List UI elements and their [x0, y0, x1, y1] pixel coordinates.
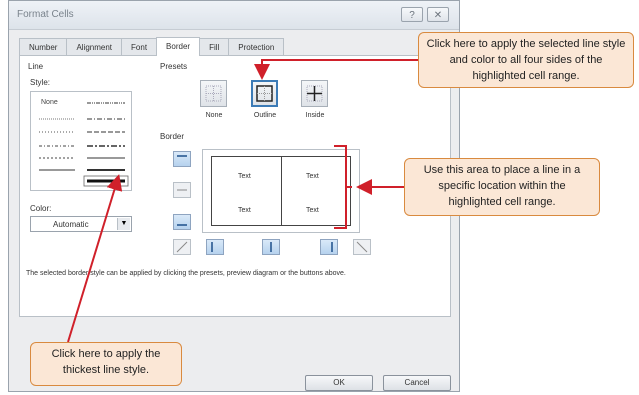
border-bottom-button[interactable]	[173, 214, 191, 230]
tab-strip: Number Alignment Font Border Fill Protec…	[19, 37, 285, 56]
border-preview-diagram[interactable]: Text Text Text Text	[202, 149, 360, 233]
border-middle-vertical-button[interactable]	[262, 239, 280, 255]
border-diagonal-down-button[interactable]	[353, 239, 371, 255]
close-button[interactable]: ✕	[427, 7, 449, 22]
border-left-icon	[211, 242, 213, 252]
border-diagonal-up-button[interactable]	[173, 239, 191, 255]
border-middle-horizontal-button[interactable]	[173, 182, 191, 198]
style-label: Style:	[30, 78, 51, 87]
tab-font[interactable]: Font	[121, 38, 158, 56]
callout-preview-area: Use this area to place a line in a speci…	[404, 158, 600, 216]
border-center-icon	[270, 242, 272, 252]
preset-inside-icon	[306, 85, 323, 102]
callout-thickest-line: Click here to apply the thickest line st…	[30, 342, 182, 386]
border-bottom-icon	[177, 224, 187, 226]
preset-outline-icon	[256, 85, 273, 102]
preset-none-label: None	[205, 112, 223, 119]
color-dropdown[interactable]: Automatic ▼	[30, 216, 132, 232]
border-right-icon	[331, 242, 333, 252]
presets-group-label: Presets	[160, 62, 188, 71]
preset-none-icon	[205, 85, 222, 102]
border-top-icon	[177, 155, 187, 157]
tab-number[interactable]: Number	[19, 38, 68, 56]
preset-none-button[interactable]	[200, 80, 227, 107]
color-value: Automatic	[53, 220, 89, 229]
border-group-label: Border	[160, 132, 185, 141]
preview-text-top-right: Text	[306, 173, 319, 180]
border-right-button[interactable]	[320, 239, 338, 255]
tab-border[interactable]: Border	[156, 37, 201, 56]
tab-alignment[interactable]: Alignment	[66, 38, 123, 56]
preset-outline-button[interactable]	[251, 80, 278, 107]
help-button[interactable]: ?	[401, 7, 423, 22]
diagonal-up-icon	[176, 241, 188, 253]
dialog-title: Format Cells	[17, 9, 74, 20]
line-style-list[interactable]: None	[30, 91, 132, 191]
close-icon: ✕	[433, 10, 443, 21]
diagonal-down-icon	[356, 241, 368, 253]
help-note: The selected border style can be applied…	[26, 270, 346, 277]
preview-text-bottom-right: Text	[306, 207, 319, 214]
ok-button[interactable]: OK	[305, 375, 373, 391]
callout-outline-preset: Click here to apply the selected line st…	[418, 32, 634, 88]
preset-inside-button[interactable]	[301, 80, 328, 107]
cancel-button[interactable]: Cancel	[383, 375, 451, 391]
tab-fill[interactable]: Fill	[199, 38, 230, 56]
title-bar: Format Cells ? ✕	[9, 1, 459, 30]
line-group-label: Line	[28, 62, 44, 71]
color-label: Color:	[30, 204, 52, 213]
border-tab-panel: Line Style: None Color: Automatic ▼ Pres…	[19, 55, 451, 317]
border-top-button[interactable]	[173, 151, 191, 167]
preview-text-top-left: Text	[238, 173, 251, 180]
chevron-down-icon: ▼	[117, 218, 130, 230]
preset-inside-label: Inside	[305, 112, 325, 119]
tab-protection[interactable]: Protection	[228, 38, 285, 56]
border-left-button[interactable]	[206, 239, 224, 255]
preview-cell-range[interactable]: Text Text Text Text	[211, 156, 351, 226]
preview-middle-line	[281, 157, 282, 225]
line-style-samples[interactable]	[31, 92, 131, 190]
border-middle-icon	[177, 189, 187, 191]
preset-outline-label: Outline	[253, 112, 277, 119]
preview-text-bottom-left: Text	[238, 207, 251, 214]
help-icon: ?	[409, 10, 415, 21]
format-cells-dialog: Format Cells ? ✕ Number Alignment Font B…	[8, 0, 460, 392]
